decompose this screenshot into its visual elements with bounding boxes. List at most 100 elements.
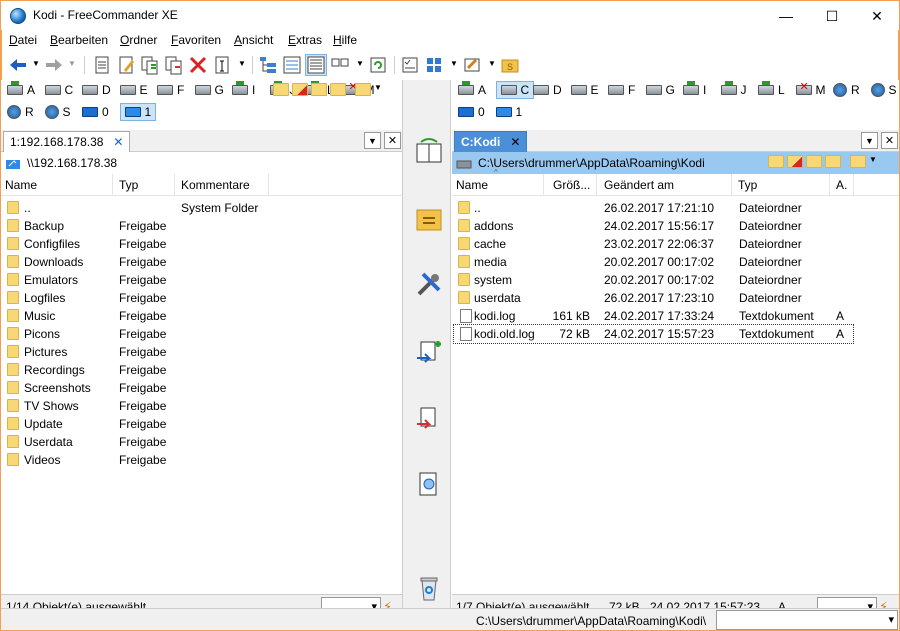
right-panel-close-icon[interactable]: ✕ <box>881 132 898 149</box>
history-folder-icon[interactable] <box>273 83 289 96</box>
details-view-icon[interactable] <box>305 54 327 76</box>
right-drive-g[interactable]: G <box>645 81 675 99</box>
rename-dropdown-icon[interactable]: ▼ <box>238 59 246 68</box>
right-drive-1[interactable]: 1 <box>495 103 522 121</box>
menu-datei[interactable]: Datei <box>9 33 37 47</box>
table-row[interactable]: Emulators Freigabe <box>1 271 401 289</box>
left-col-name[interactable]: Name <box>1 174 113 196</box>
list-view-icon[interactable] <box>282 55 302 75</box>
table-row[interactable]: Music Freigabe <box>1 307 401 325</box>
menu-extras[interactable]: Extras <box>288 33 322 47</box>
view-document-icon[interactable] <box>415 470 443 498</box>
menu-bearbeiten[interactable]: Bearbeiten <box>50 33 108 47</box>
root-folder-icon[interactable] <box>330 83 346 96</box>
view-dropdown-icon[interactable]: ▼ <box>356 59 364 68</box>
forward-arrow-icon[interactable] <box>44 55 64 75</box>
right-folder-menu-dropdown-icon[interactable]: ▼ <box>869 155 877 168</box>
right-drive-i[interactable]: I <box>683 81 706 99</box>
right-col-name[interactable]: Name <box>452 174 544 196</box>
table-row[interactable]: Picons Freigabe <box>1 325 401 343</box>
table-row[interactable]: .. System Folder <box>1 199 401 217</box>
refresh-icon[interactable] <box>368 55 388 75</box>
table-row[interactable]: Userdata Freigabe <box>1 433 401 451</box>
table-row[interactable]: .. 26.02.2017 17:21:10 Dateiordner <box>454 199 853 217</box>
minimize-button[interactable]: — <box>763 1 809 31</box>
copy-to-other-panel-icon[interactable] <box>415 338 443 366</box>
table-row[interactable]: addons 24.02.2017 15:56:17 Dateiordner <box>454 217 853 235</box>
folder-compare-icon[interactable] <box>415 204 443 232</box>
folder-s-icon[interactable]: S <box>500 55 520 75</box>
right-drive-a[interactable]: A <box>458 81 486 99</box>
right-col-typ[interactable]: Typ <box>734 174 830 196</box>
table-row[interactable]: Logfiles Freigabe <box>1 289 401 307</box>
table-row[interactable]: Update Freigabe <box>1 415 401 433</box>
table-row[interactable]: Pictures Freigabe <box>1 343 401 361</box>
favorite-folder-icon[interactable] <box>292 83 308 96</box>
right-drive-d[interactable]: D <box>533 81 562 99</box>
left-drive-e[interactable]: E <box>119 81 148 99</box>
left-panel-close-icon[interactable]: ✕ <box>384 132 401 149</box>
command-line-input[interactable] <box>716 610 898 630</box>
right-col-date[interactable]: Geändert am <box>600 174 732 196</box>
tools-dropdown-icon[interactable]: ▼ <box>488 59 496 68</box>
menu-ansicht[interactable]: Ansicht <box>234 33 273 47</box>
table-row[interactable]: Backup Freigabe <box>1 217 401 235</box>
left-drive-g[interactable]: G <box>194 81 224 99</box>
table-row[interactable]: TV Shows Freigabe <box>1 397 401 415</box>
menu-hilfe[interactable]: Hilfe <box>333 33 357 47</box>
edit-file-icon[interactable] <box>116 55 136 75</box>
menu-favoriten[interactable]: Favoriten <box>171 33 221 47</box>
forward-dropdown-icon[interactable]: ▼ <box>68 59 76 68</box>
left-col-typ[interactable]: Typ <box>115 174 175 196</box>
left-path-text[interactable]: \\192.168.178.38 <box>27 156 117 170</box>
left-col-kommentare[interactable]: Kommentare <box>177 174 269 196</box>
move-file-icon[interactable] <box>164 55 184 75</box>
right-history-folder-icon[interactable] <box>768 155 784 168</box>
table-row[interactable]: Configfiles Freigabe <box>1 235 401 253</box>
back-arrow-icon[interactable] <box>8 55 28 75</box>
right-col-attr[interactable]: A. <box>832 174 854 196</box>
right-drive-j[interactable]: J <box>720 81 747 99</box>
table-row[interactable]: userdata 26.02.2017 17:23:10 Dateiordner <box>454 289 853 307</box>
left-tab-dropdown-icon[interactable]: ▼ <box>364 132 381 149</box>
rename-icon[interactable] <box>212 55 232 75</box>
left-drive-a[interactable]: A <box>7 81 35 99</box>
right-drive-r[interactable]: R <box>833 81 860 99</box>
folder-menu-dropdown-icon[interactable]: ▼ <box>374 83 382 96</box>
close-button[interactable]: ✕ <box>854 1 900 31</box>
left-tab[interactable]: 1:192.168.178.38 ✕ <box>3 131 131 152</box>
right-favorite-folder-icon[interactable] <box>787 155 803 168</box>
left-drive-c[interactable]: C <box>44 81 73 99</box>
table-row[interactable]: Videos Freigabe <box>1 451 401 469</box>
grid-icon[interactable] <box>424 55 444 75</box>
back-dropdown-icon[interactable]: ▼ <box>32 59 40 68</box>
right-drive-f[interactable]: F <box>608 81 635 99</box>
view-file-icon[interactable] <box>92 55 112 75</box>
tools-settings-icon[interactable] <box>415 270 443 298</box>
swap-panels-icon[interactable] <box>415 136 443 164</box>
left-drive-f[interactable]: F <box>157 81 184 99</box>
left-drive-1[interactable]: 1 <box>119 103 157 121</box>
right-tab-dropdown-icon[interactable]: ▼ <box>861 132 878 149</box>
left-drive-d[interactable]: D <box>82 81 111 99</box>
parent-folder-icon[interactable] <box>311 83 327 96</box>
table-row[interactable]: kodi.log 161 kB 24.02.2017 17:33:24 Textdok… <box>454 307 853 325</box>
right-drive-l[interactable]: L <box>758 81 785 99</box>
maximize-button[interactable]: ☐ <box>809 1 855 31</box>
delete-icon[interactable] <box>188 55 208 75</box>
tree-view-icon[interactable] <box>258 55 278 75</box>
tools-icon[interactable] <box>462 55 482 75</box>
table-row[interactable]: Recordings Freigabe <box>1 361 401 379</box>
folder-menu-icon[interactable] <box>355 83 371 96</box>
right-drive-c[interactable]: C <box>495 81 535 99</box>
right-tab[interactable]: C:Kodi ✕ <box>454 131 528 152</box>
table-row[interactable]: Downloads Freigabe <box>1 253 401 271</box>
right-drive-s[interactable]: S <box>870 81 897 99</box>
right-folder-menu-icon[interactable] <box>850 155 866 168</box>
right-col-size[interactable]: Größ... <box>549 174 597 196</box>
left-drive-i[interactable]: I <box>232 81 255 99</box>
right-drive-e[interactable]: E <box>570 81 599 99</box>
right-drive-m[interactable]: M <box>795 80 826 99</box>
right-drive-0[interactable]: 0 <box>458 103 485 121</box>
table-row[interactable]: kodi.old.log 72 kB 24.02.2017 15:57:23 Text… <box>453 324 854 344</box>
